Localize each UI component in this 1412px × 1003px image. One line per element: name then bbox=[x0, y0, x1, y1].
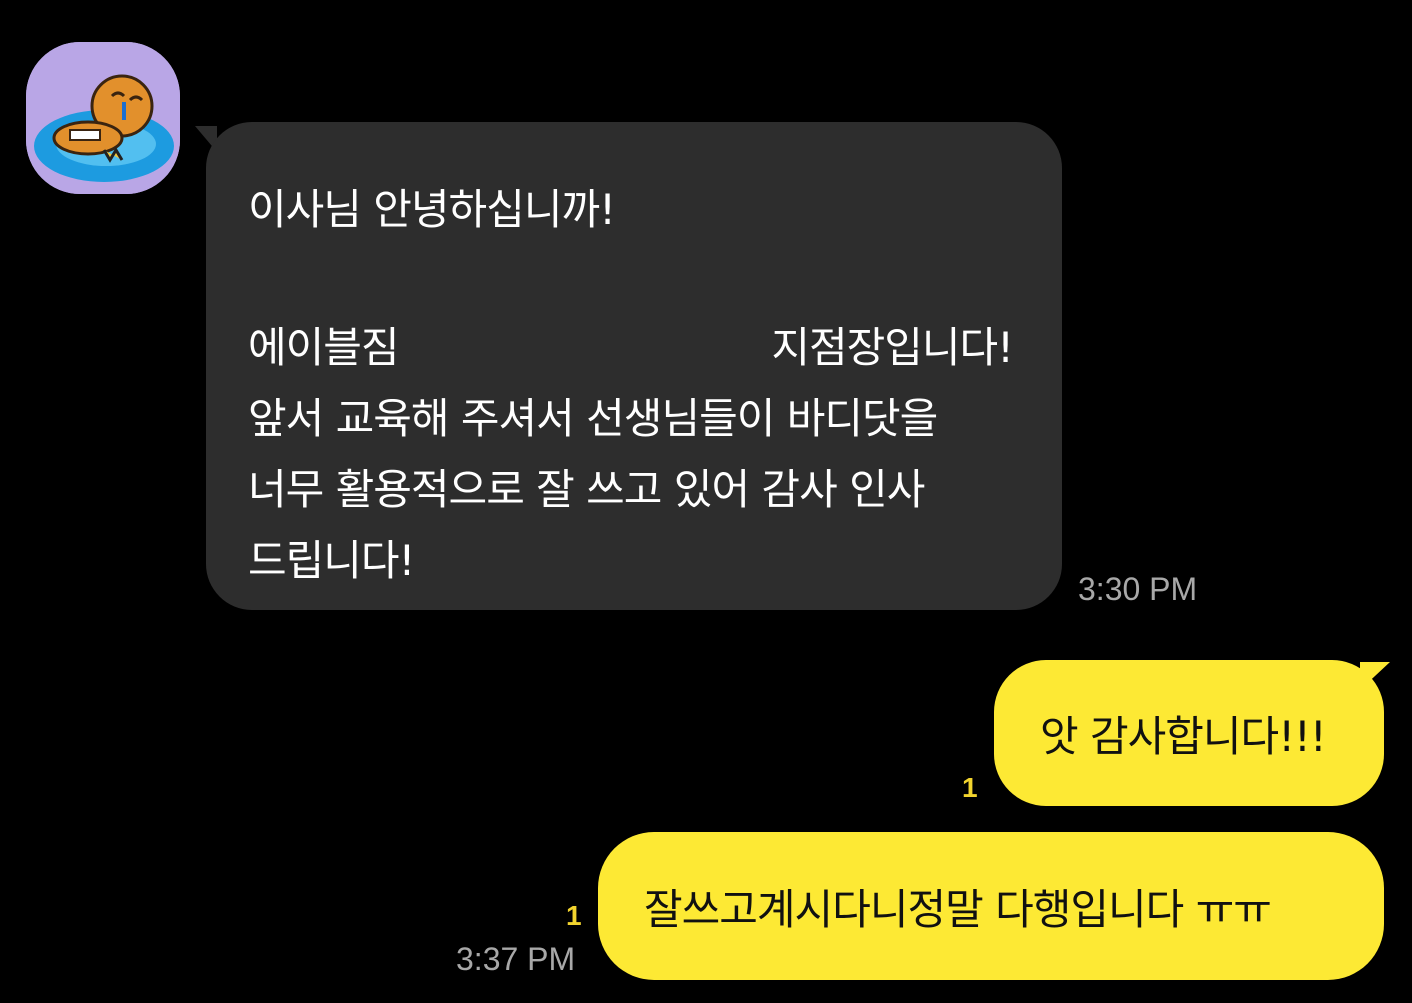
unread-count: 1 bbox=[962, 772, 978, 803]
floating-character-avatar-image bbox=[26, 42, 180, 194]
outgoing-message-bubble[interactable]: 잘쓰고계시다니정말 다행입니다 ㅠㅠ bbox=[598, 832, 1384, 980]
outgoing-message-bubble[interactable]: 앗 감사합니다!!! bbox=[994, 660, 1384, 806]
sender-name-redacted bbox=[193, 30, 474, 112]
incoming-timestamp: 3:30 PM bbox=[1078, 571, 1198, 607]
message-line-left: 에이블짐 bbox=[248, 323, 400, 372]
outgoing-timestamp: 3:37 PM bbox=[456, 941, 576, 977]
message-line: 너무 활용적으로 잘 쓰고 있어 감사 인사 bbox=[248, 465, 925, 514]
unread-count: 1 bbox=[566, 900, 582, 931]
message-line-split: 에이블짐 지점장입니다! bbox=[248, 312, 1014, 383]
message-line: 드립니다! bbox=[248, 536, 415, 585]
incoming-message-bubble[interactable]: 이사님 안녕하십니까! 에이블짐 지점장입니다! 앞서 교육해 주셔서 선생님들… bbox=[206, 122, 1062, 610]
sender-avatar[interactable] bbox=[26, 42, 180, 194]
outgoing-message-text: 잘쓰고계시다니정말 다행입니다 ㅠㅠ bbox=[644, 884, 1272, 934]
message-line: 앞서 교육해 주셔서 선생님들이 바디닷을 bbox=[248, 394, 938, 443]
message-line-right: 지점장입니다! bbox=[771, 323, 1014, 372]
message-line: 이사님 안녕하십니까! bbox=[248, 185, 616, 234]
message-line-blank bbox=[248, 245, 1020, 312]
outgoing-message-text: 앗 감사합니다!!! bbox=[1040, 711, 1327, 761]
